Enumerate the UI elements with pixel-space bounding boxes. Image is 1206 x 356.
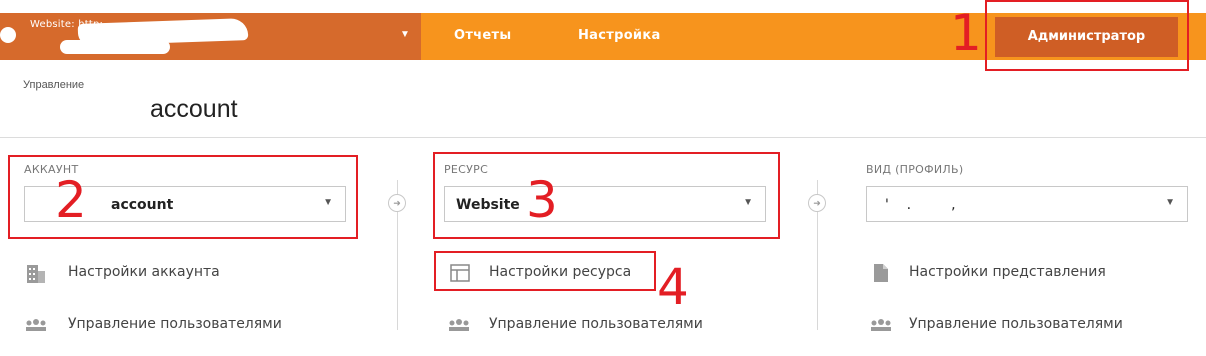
management-title: account [150,95,238,123]
divider [0,137,1206,138]
account-user-management-link[interactable]: Управление пользователями [68,316,282,332]
globe-icon [0,27,16,43]
annotation-number-2: 2 [55,171,87,229]
view-user-management-link[interactable]: Управление пользователями [909,316,1123,332]
nav-reports[interactable]: Отчеты [454,28,511,43]
document-icon [873,263,889,283]
management-label: Управление [23,79,85,91]
nav-settings[interactable]: Настройка [578,28,661,43]
annotation-number-3: 3 [526,171,558,229]
redaction-mark [60,40,170,54]
view-settings-link[interactable]: Настройки представления [909,264,1106,280]
analytics-admin-screen: Website: http: ▼ Отчеты Настройка Админи… [0,0,1206,356]
view-select-value: ' . , [885,197,956,213]
annotation-box-3 [433,152,780,239]
users-icon [448,318,470,331]
chevron-down-icon: ▼ [1165,197,1175,208]
property-user-management-link[interactable]: Управление пользователями [489,316,703,332]
annotation-box-4 [434,251,656,291]
arrow-right-icon: ➜ [388,194,406,212]
annotation-box-1 [985,0,1189,71]
users-icon [870,318,892,331]
users-icon [25,318,47,331]
view-select[interactable]: ' . , ▼ [866,186,1188,222]
chevron-down-icon[interactable]: ▼ [400,29,410,40]
account-settings-link[interactable]: Настройки аккаунта [68,264,220,280]
site-selector[interactable]: Website: http: ▼ [0,13,421,60]
annotation-number-4: 4 [657,258,689,316]
annotation-number-1: 1 [950,4,982,62]
building-icon [26,264,46,284]
arrow-right-icon: ➜ [808,194,826,212]
view-column-label: ВИД (ПРОФИЛЬ) [866,163,964,176]
